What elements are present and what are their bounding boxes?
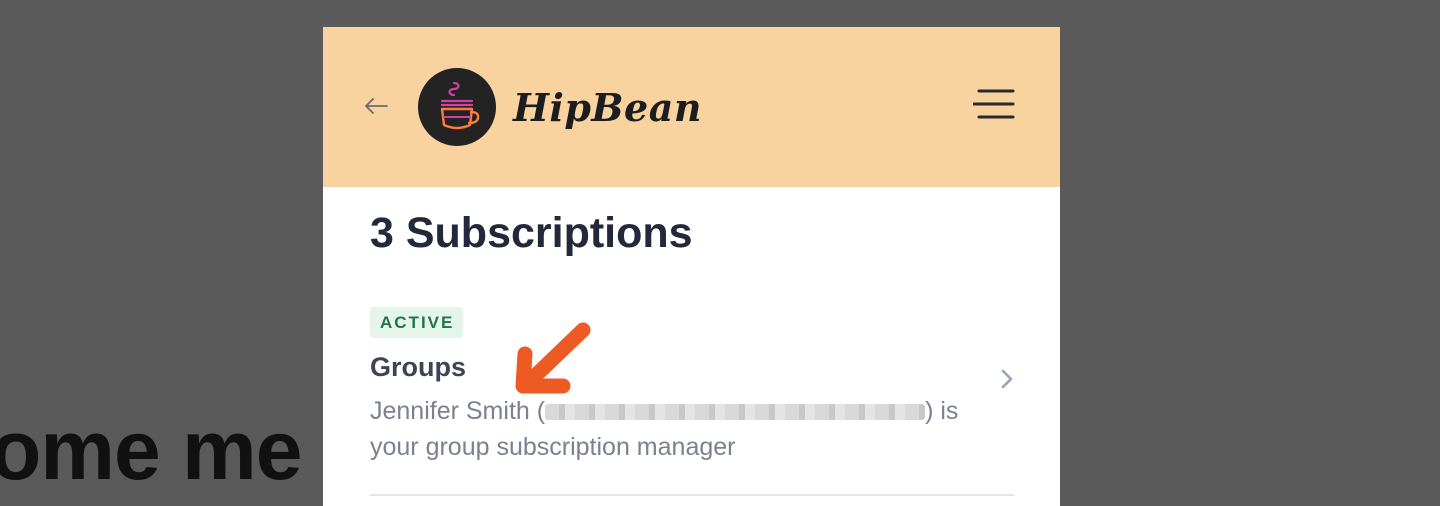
subscription-description: Jennifer Smith () is your group subscrip… xyxy=(370,393,990,465)
arrow-left-icon xyxy=(365,98,388,114)
subscription-name[interactable]: Groups xyxy=(370,352,466,383)
redacted-email xyxy=(545,404,926,421)
back-button[interactable] xyxy=(361,91,391,121)
page-title: 3 Subscriptions xyxy=(370,209,693,257)
status-badge: ACTIVE xyxy=(370,307,464,338)
brand-name: HipBean xyxy=(513,85,702,130)
app-header: HipBean xyxy=(323,27,1060,187)
list-divider xyxy=(370,494,1014,496)
menu-button[interactable] xyxy=(972,87,1015,123)
annotation-arrow-icon xyxy=(515,322,591,394)
chevron-right-icon xyxy=(1001,369,1013,389)
subscription-open-button[interactable] xyxy=(995,365,1019,393)
hamburger-menu-icon xyxy=(972,89,1015,119)
coffee-cup-icon xyxy=(440,81,480,130)
background-heading-text: ome me xyxy=(0,403,302,497)
mobile-app-panel: HipBean 3 Subscriptions ACTIVE Groups Je… xyxy=(323,27,1060,506)
brand-logo[interactable] xyxy=(418,68,496,146)
